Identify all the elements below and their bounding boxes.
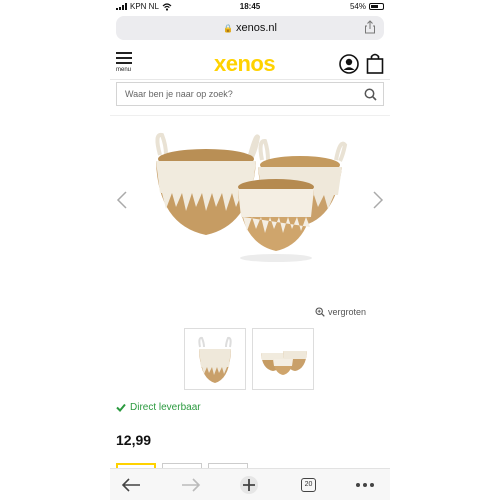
thumbnail-image-basket-set (261, 351, 307, 375)
zoom-label: vergroten (328, 307, 367, 317)
status-right: 54% (350, 2, 384, 11)
more-icon[interactable] (354, 475, 376, 495)
search-box (116, 82, 384, 106)
host-label: xenos.nl (235, 22, 277, 34)
battery-icon (369, 3, 384, 10)
status-time: 18:45 (239, 2, 261, 11)
back-arrow-icon[interactable] (120, 475, 142, 495)
phone-screen: KPN NL 18:45 54% 🔒 xenos.nl menu xenos W… (110, 0, 390, 500)
chevron-left-icon[interactable] (116, 190, 128, 210)
bag-icon[interactable] (366, 52, 384, 74)
site-header: menu xenos (110, 46, 390, 80)
menu-button[interactable]: menu (116, 52, 134, 74)
address-host: 🔒 xenos.nl (116, 22, 384, 34)
xenos-logo[interactable]: xenos (214, 51, 276, 77)
user-icon[interactable] (339, 54, 359, 74)
search-icon[interactable] (364, 88, 377, 101)
thumbnail-2[interactable] (252, 328, 314, 390)
stock-label: Direct leverbaar (130, 402, 201, 413)
basket-front (238, 179, 314, 262)
tabs-button[interactable]: 20 (298, 475, 320, 495)
search-input[interactable] (117, 83, 347, 105)
menu-icon (116, 52, 132, 54)
status-bar: KPN NL 18:45 54% (110, 0, 390, 14)
chevron-right-icon[interactable] (372, 190, 384, 210)
menu-label: menu (116, 67, 132, 73)
browser-toolbar: 20 (110, 468, 390, 500)
menu-icon-bar (116, 57, 132, 59)
zoom-link[interactable]: vergroten (315, 307, 366, 317)
menu-icon-bar (116, 62, 132, 64)
battery-percent: 54% (349, 2, 366, 11)
address-bar[interactable]: 🔒 xenos.nl (116, 16, 384, 40)
zoom-icon (315, 307, 325, 317)
forward-arrow-icon[interactable] (180, 475, 202, 495)
check-icon (116, 403, 126, 412)
thumbnail-1[interactable] (184, 328, 246, 390)
tabs-icon: 20 (301, 478, 316, 492)
plus-icon[interactable] (238, 475, 260, 495)
product-image[interactable] (140, 125, 360, 275)
share-icon[interactable] (364, 20, 376, 34)
stock-status: Direct leverbaar (116, 402, 201, 413)
thumbnail-image-single-basket (198, 336, 232, 383)
lock-icon: 🔒 (223, 24, 233, 33)
product-price: 12,99 (116, 432, 152, 448)
header-divider (110, 115, 390, 116)
